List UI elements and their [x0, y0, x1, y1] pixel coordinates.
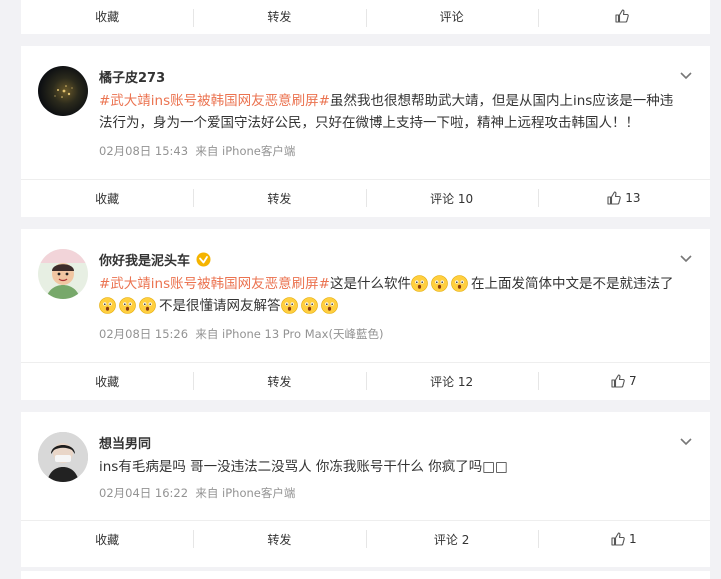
- post-meta: 02月08日 15:26 来自 iPhone 13 Pro Max(天峰藍色): [99, 326, 383, 342]
- comment-label: 评论 10: [430, 191, 474, 206]
- post-body-part: 在上面发简体中文是不是就违法了: [470, 276, 674, 292]
- comment-button[interactable]: 评论: [365, 0, 538, 32]
- thinking-face-emoji: [99, 297, 116, 314]
- like-button[interactable]: [537, 0, 710, 32]
- post-meta: 02月04日 16:22 来自 iPhone客户端: [99, 485, 295, 501]
- thumbs-up-icon: [607, 191, 622, 205]
- post-card: 想当男同 ins有毛病是吗 哥一没违法二没骂人 你冻我账号干什么 你疯了吗□□ …: [21, 412, 710, 567]
- like-button[interactable]: 1: [537, 521, 710, 557]
- repost-label: 转发: [267, 191, 292, 206]
- thumbs-up-icon: [611, 532, 625, 546]
- comment-label: 评论: [439, 9, 464, 24]
- repost-button[interactable]: 转发: [193, 0, 365, 32]
- post-source: 来自 iPhone 13 Pro Max(天峰藍色): [195, 327, 384, 341]
- thinking-face-emoji: [139, 297, 156, 314]
- thinking-face-emoji: [300, 297, 318, 314]
- thinking-face-emoji: [119, 297, 136, 314]
- post-meta: 02月08日 15:43 来自 iPhone客户端: [99, 143, 295, 159]
- post-time[interactable]: 02月08日 15:43: [99, 144, 188, 158]
- post-text: #武大靖ins账号被韩国网友恶意刷屏#虽然我也很想帮助武大靖，但是从国内上ins…: [99, 90, 684, 134]
- repost-label: 转发: [267, 374, 292, 389]
- avatar[interactable]: [38, 249, 88, 299]
- action-bar: 收藏 转发 评论 2 1: [21, 520, 710, 557]
- post-time[interactable]: 02月08日 15:26: [99, 327, 188, 341]
- like-count: 7: [629, 374, 637, 388]
- comment-button[interactable]: 评论 12: [365, 363, 538, 399]
- thinking-face-emoji: [320, 297, 338, 314]
- repost-button[interactable]: 转发: [193, 363, 365, 399]
- post-card-next: [21, 571, 710, 579]
- repost-button[interactable]: 转发: [193, 180, 365, 216]
- post-body-part: 这是什么软件: [329, 276, 411, 292]
- avatar[interactable]: [38, 66, 88, 116]
- comment-label: 评论 2: [433, 532, 470, 547]
- post-card: 橘子皮273 #武大靖ins账号被韩国网友恶意刷屏#虽然我也很想帮助武大靖，但是…: [21, 46, 710, 217]
- username[interactable]: 橘子皮273: [99, 67, 165, 86]
- username[interactable]: 想当男同: [99, 433, 151, 452]
- repost-label: 转发: [267, 532, 292, 547]
- thinking-face-emoji: [451, 275, 468, 292]
- post-body-part: 不是很懂请网友解答: [159, 298, 281, 314]
- like-count: 13: [625, 191, 641, 205]
- thumbs-up-icon: [615, 9, 629, 23]
- thinking-face-emoji: [280, 297, 298, 314]
- like-count: 1: [629, 532, 637, 546]
- emoji-group: [280, 297, 341, 314]
- emoji-group: [411, 275, 471, 292]
- repost-label: 转发: [267, 9, 292, 24]
- repost-button[interactable]: 转发: [193, 521, 365, 557]
- post-text: ins有毛病是吗 哥一没违法二没骂人 你冻我账号干什么 你疯了吗□□: [99, 456, 684, 478]
- post-card: 你好我是泥头车 #武大靖ins账号被韩国网友恶意刷屏#这是什么软件 在上面发简体中…: [21, 229, 710, 400]
- comment-label: 评论 12: [430, 374, 474, 389]
- comment-button[interactable]: 评论 10: [365, 180, 538, 216]
- thumbs-up-icon: [611, 374, 625, 388]
- avatar[interactable]: [38, 432, 88, 482]
- collect-button[interactable]: 收藏: [21, 0, 193, 32]
- verified-badge-icon: [196, 252, 211, 267]
- chevron-down-icon[interactable]: [680, 438, 692, 446]
- post-time[interactable]: 02月04日 16:22: [99, 486, 188, 500]
- collect-button[interactable]: 收藏: [21, 521, 193, 557]
- collect-label: 收藏: [95, 191, 120, 206]
- hashtag-link[interactable]: #武大靖ins账号被韩国网友恶意刷屏#: [99, 93, 330, 109]
- comment-button[interactable]: 评论 2: [365, 521, 538, 557]
- collect-label: 收藏: [95, 9, 120, 24]
- username[interactable]: 你好我是泥头车: [99, 250, 211, 269]
- post-text: #武大靖ins账号被韩国网友恶意刷屏#这是什么软件 在上面发简体中文是不是就违法了…: [99, 273, 684, 317]
- action-bar: 收藏 转发 评论 12 7: [21, 362, 710, 399]
- collect-label: 收藏: [95, 532, 120, 547]
- like-button[interactable]: 13: [537, 180, 710, 216]
- chevron-down-icon[interactable]: [680, 255, 692, 263]
- post-card-previous: 收藏 转发 评论: [21, 0, 710, 34]
- hashtag-link[interactable]: #武大靖ins账号被韩国网友恶意刷屏#: [99, 276, 330, 292]
- action-bar: 收藏 转发 评论: [21, 0, 710, 32]
- post-source: 来自 iPhone客户端: [195, 144, 296, 158]
- thinking-face-emoji: [431, 275, 448, 292]
- post-source: 来自 iPhone客户端: [195, 486, 296, 500]
- like-button[interactable]: 7: [537, 363, 710, 399]
- chevron-down-icon[interactable]: [680, 72, 692, 80]
- collect-label: 收藏: [95, 374, 120, 389]
- collect-button[interactable]: 收藏: [21, 180, 193, 216]
- action-bar: 收藏 转发 评论 10 13: [21, 179, 710, 216]
- username-text[interactable]: 你好我是泥头车: [99, 254, 190, 269]
- thinking-face-emoji: [411, 275, 428, 292]
- emoji-group: [99, 297, 159, 314]
- post-body: ins有毛病是吗 哥一没违法二没骂人 你冻我账号干什么 你疯了吗□□: [99, 459, 508, 475]
- collect-button[interactable]: 收藏: [21, 363, 193, 399]
